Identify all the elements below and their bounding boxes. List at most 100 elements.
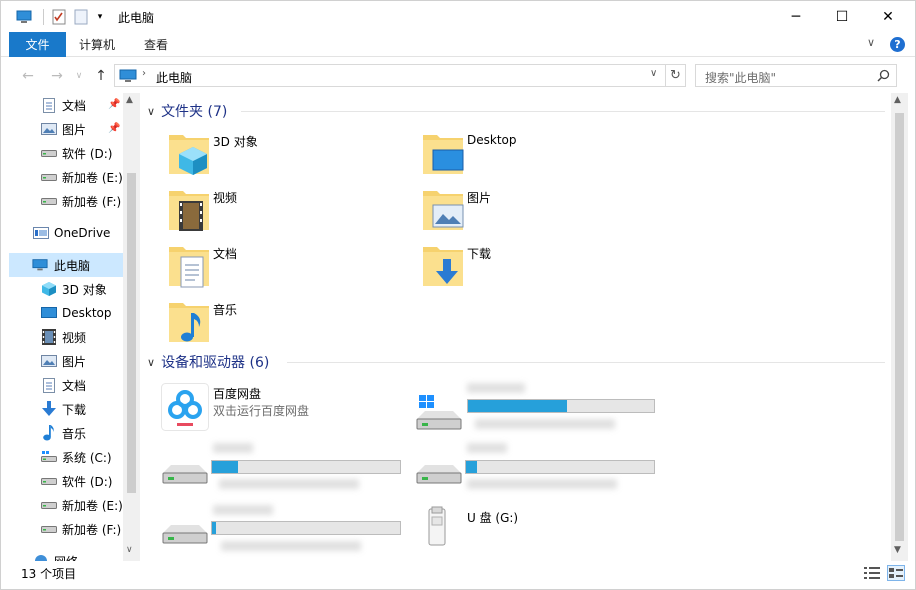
network-icon	[33, 553, 49, 561]
folder-label: Desktop	[467, 133, 517, 147]
device-subtitle: 双击运行百度网盘	[213, 404, 310, 418]
nav-item-drive-f[interactable]: 新加卷 (F:)	[9, 189, 123, 213]
drive-icon	[41, 145, 57, 161]
videos-icon	[169, 191, 209, 231]
folder-label: 视频	[213, 191, 238, 205]
scrollbar-thumb[interactable]	[127, 173, 136, 493]
nav-item-label: 音乐	[62, 426, 87, 441]
device-system-drive[interactable]	[415, 383, 665, 439]
scrollbar-thumb[interactable]	[895, 113, 904, 541]
device-drive-d[interactable]	[161, 443, 411, 499]
group-divider	[241, 111, 885, 112]
recent-locations-chevron-icon[interactable]: ∨	[68, 65, 90, 87]
collapse-chevron-icon[interactable]: ∨	[147, 356, 155, 369]
nav-item-desktop[interactable]: Desktop	[9, 301, 123, 325]
collapse-chevron-icon[interactable]: ∨	[147, 105, 155, 118]
usage-bar-fill	[212, 522, 216, 534]
nav-item-label: 图片	[62, 122, 87, 137]
nav-item-this-pc[interactable]: 此电脑	[9, 253, 123, 277]
nav-item-drive-c[interactable]: 系统 (C:)	[9, 445, 123, 469]
pictures-icon	[41, 353, 57, 369]
new-folder-icon[interactable]	[72, 8, 90, 26]
nav-item-drive-e[interactable]: 新加卷 (E:)	[9, 165, 123, 189]
nav-item-network[interactable]: 网络	[9, 549, 123, 561]
nav-item-drive-d-2[interactable]: 软件 (D:)	[9, 469, 123, 493]
drive-icon	[41, 473, 57, 489]
scroll-up-arrow-icon[interactable]: ▲	[126, 95, 133, 105]
nav-item-onedrive[interactable]: OneDrive	[9, 221, 123, 245]
help-icon[interactable]: ?	[890, 37, 905, 52]
nav-item-label: 图片	[62, 354, 87, 369]
device-baidu-netdisk[interactable]: 百度网盘 双击运行百度网盘	[161, 383, 411, 439]
close-button[interactable]: ✕	[865, 1, 911, 32]
nav-item-documents-pinned[interactable]: 文档 📌	[9, 93, 123, 117]
folder-downloads[interactable]: 下载	[421, 243, 661, 293]
address-dropdown-chevron-icon[interactable]: ∨	[650, 68, 657, 79]
blurred-label	[467, 443, 507, 453]
device-drive-e[interactable]	[415, 443, 665, 499]
drive-icon	[41, 169, 57, 185]
content-scrollbar[interactable]: ▲ ▼	[891, 93, 908, 561]
tab-computer[interactable]: 计算机	[69, 32, 125, 57]
content-area: ∨ 文件夹 (7) 3D 对象 Desktop 视频 图片 文档 下载 音乐 ∨…	[141, 93, 891, 561]
scroll-down-arrow-icon[interactable]: ▼	[894, 545, 901, 555]
scroll-down-arrow-icon[interactable]: ∨	[126, 545, 133, 555]
folder-videos[interactable]: 视频	[167, 187, 407, 237]
folder-pictures[interactable]: 图片	[421, 187, 661, 237]
pictures-icon	[423, 191, 464, 230]
tiles-view-icon[interactable]	[887, 565, 905, 581]
breadcrumb-separator-icon[interactable]: ›	[142, 68, 146, 79]
address-bar[interactable]: › 此电脑 ∨	[114, 64, 666, 87]
device-usb-drive-g[interactable]: U 盘 (G:)	[421, 503, 671, 559]
up-arrow-icon[interactable]: ↑	[90, 65, 112, 87]
drive-icon	[162, 525, 208, 544]
customize-toolbar-chevron-icon[interactable]: ▾	[91, 8, 109, 26]
nav-item-music[interactable]: 音乐	[9, 421, 123, 445]
nav-item-pictures[interactable]: 图片	[9, 349, 123, 373]
pin-icon: 📌	[108, 123, 121, 134]
minimize-button[interactable]: ─	[773, 1, 819, 32]
folder-desktop[interactable]: Desktop	[421, 131, 661, 181]
breadcrumb[interactable]: 此电脑	[156, 69, 192, 86]
folder-music[interactable]: 音乐	[167, 299, 407, 349]
properties-icon[interactable]	[50, 8, 68, 26]
tab-view[interactable]: 查看	[131, 32, 181, 57]
nav-item-label: 视频	[62, 330, 87, 345]
this-pc-icon	[32, 257, 48, 273]
nav-item-pictures-pinned[interactable]: 图片 📌	[9, 117, 123, 141]
nav-item-drive-e-2[interactable]: 新加卷 (E:)	[9, 493, 123, 517]
downloads-icon	[423, 247, 463, 286]
this-pc-icon[interactable]	[15, 8, 33, 26]
forward-arrow-icon[interactable]: →	[46, 65, 68, 87]
nav-item-drive-d[interactable]: 软件 (D:)	[9, 141, 123, 165]
details-view-icon[interactable]	[863, 565, 881, 581]
nav-item-documents[interactable]: 文档	[9, 373, 123, 397]
nav-item-label: 软件 (D:)	[62, 474, 113, 489]
music-icon	[41, 425, 57, 441]
nav-item-drive-f-2[interactable]: 新加卷 (F:)	[9, 517, 123, 541]
blurred-label	[221, 541, 361, 551]
expand-ribbon-chevron-icon[interactable]: ∨	[867, 36, 875, 49]
nav-pane-scrollbar[interactable]: ▲ ∨	[123, 93, 140, 561]
folder-3d-objects[interactable]: 3D 对象	[167, 131, 407, 181]
folder-label: 图片	[467, 191, 492, 205]
nav-item-label: 下载	[62, 402, 87, 417]
scroll-up-arrow-icon[interactable]: ▲	[894, 95, 901, 105]
folders-group-header[interactable]: ∨ 文件夹 (7)	[147, 101, 227, 121]
devices-group-header[interactable]: ∨ 设备和驱动器 (6)	[147, 352, 269, 372]
back-arrow-icon[interactable]: ←	[17, 65, 39, 87]
device-drive-f[interactable]	[161, 503, 411, 559]
refresh-icon[interactable]: ↻	[666, 64, 686, 87]
search-input[interactable]: 搜索"此电脑"	[695, 64, 897, 87]
usb-drive-icon	[428, 506, 446, 546]
item-count: 13 个项目	[21, 567, 77, 581]
tab-file[interactable]: 文件	[9, 32, 66, 57]
nav-item-3d-objects[interactable]: 3D 对象	[9, 277, 123, 301]
nav-item-videos[interactable]: 视频	[9, 325, 123, 349]
system-drive-icon	[416, 395, 462, 430]
nav-item-downloads[interactable]: 下载	[9, 397, 123, 421]
maximize-button[interactable]: ☐	[819, 1, 865, 32]
folder-documents[interactable]: 文档	[167, 243, 407, 293]
blurred-label	[475, 419, 615, 429]
onedrive-icon	[33, 225, 49, 241]
